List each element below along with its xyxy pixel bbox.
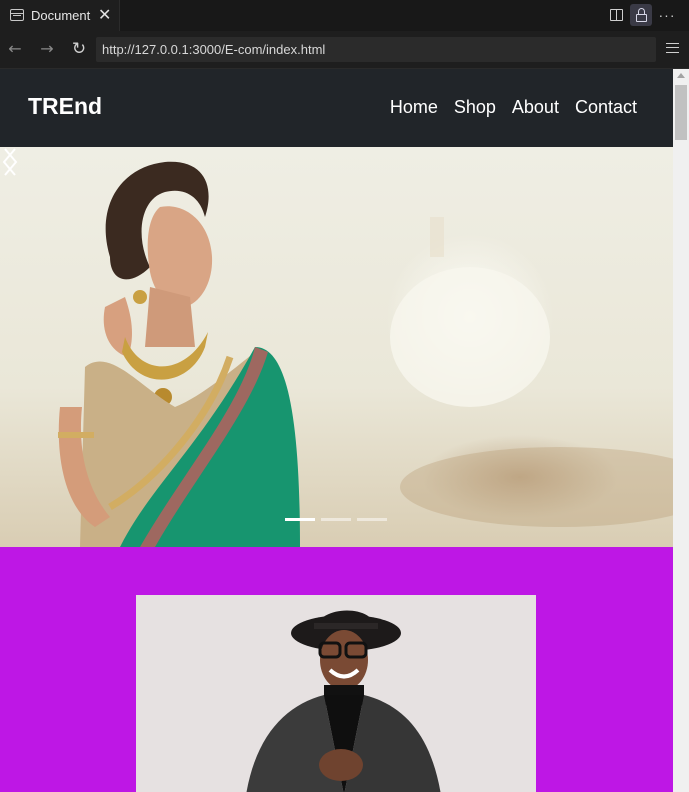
promo-section (0, 547, 673, 792)
scrollbar-thumb[interactable] (675, 85, 687, 140)
brand-logo[interactable]: TREnd (28, 93, 102, 120)
back-icon[interactable]: ← (6, 39, 24, 59)
hero-model-image (58, 161, 673, 547)
address-bar: ← → ↻ (0, 31, 689, 69)
close-icon[interactable]: ✕ (98, 5, 111, 24)
product-model-image (246, 610, 441, 792)
carousel-next-icon[interactable] (0, 147, 20, 177)
nav-link-contact[interactable]: Contact (575, 97, 637, 118)
site-navbar: TREnd Home Shop About Contact (0, 69, 673, 147)
carousel-indicator[interactable] (357, 518, 387, 521)
hero-carousel[interactable] (0, 147, 673, 547)
carousel-indicator[interactable] (285, 518, 315, 521)
carousel-indicators (285, 518, 387, 521)
page-viewport[interactable]: TREnd Home Shop About Contact (0, 69, 673, 792)
lock-icon[interactable] (630, 4, 652, 26)
forward-icon[interactable]: → (38, 39, 56, 59)
tab-title: Document (31, 8, 91, 23)
page-scrollbar[interactable] (673, 69, 689, 792)
document-icon (10, 9, 24, 21)
scroll-up-icon[interactable] (677, 73, 685, 78)
product-card[interactable] (136, 595, 536, 792)
reload-icon[interactable]: ↻ (70, 39, 88, 59)
split-view-icon[interactable] (606, 4, 626, 26)
browser-tab[interactable]: Document ✕ (0, 0, 120, 31)
more-icon[interactable]: ··· (657, 4, 677, 26)
browser-tab-bar: Document ✕ ··· (0, 0, 689, 31)
menu-icon[interactable] (666, 43, 679, 53)
url-input[interactable] (96, 37, 656, 62)
nav-links: Home Shop About Contact (390, 97, 637, 118)
carousel-indicator[interactable] (321, 518, 351, 521)
nav-link-about[interactable]: About (512, 97, 559, 118)
nav-link-shop[interactable]: Shop (454, 97, 496, 118)
nav-link-home[interactable]: Home (390, 97, 438, 118)
